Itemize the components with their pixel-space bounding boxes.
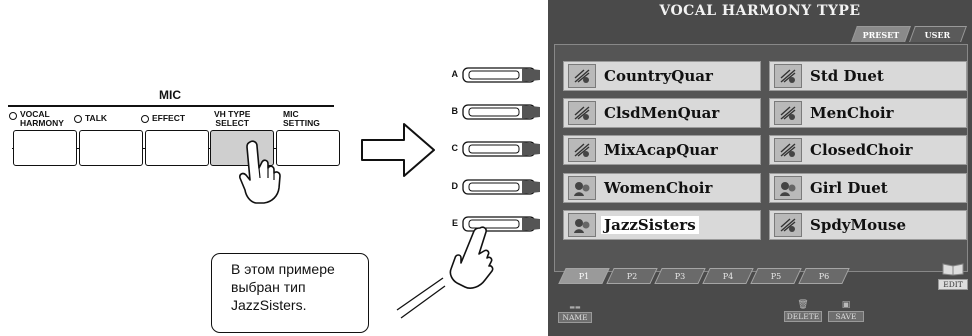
page-tab-label: P2 [626,271,638,281]
list-item-label: SpdyMouse [810,216,907,234]
list-item-label: WomenChoir [604,179,713,197]
page-tab-p5[interactable]: P5 [750,268,802,284]
page-tab-label: P4 [722,271,734,281]
talk-label-text: TALK [85,113,108,123]
harmony-voice-icon [774,138,802,162]
effect-label: EFFECT [141,114,185,123]
side-button-letter: C [451,143,459,153]
talk-label: TALK [74,114,107,123]
harmony-voice-icon [568,138,596,162]
page-tab-p3[interactable]: P3 [654,268,706,284]
list-item-label: Girl Duet [810,179,888,197]
vh-type-select-label: VH TYPE SELECT [214,110,250,128]
mic-setting-label: MIC SETTING [283,110,320,128]
page-tab-p4[interactable]: P4 [702,268,754,284]
callout-line1: В этом примере [231,261,335,277]
list-item-label: Std Duet [810,67,884,85]
talk-button[interactable] [79,130,143,166]
list-item[interactable]: Std Duet [769,61,967,91]
lcd-screen: VOCAL HARMONY TYPE PRESET USER CountryQu… [548,0,972,336]
list-item[interactable]: MenChoir [769,98,967,128]
tab-user[interactable]: USER [909,26,967,42]
vocal-harmony-label-line2: HARMONY [20,118,64,128]
name-label: NAME [558,312,592,323]
choir-voice-icon [774,176,802,200]
save-label: SAVE [828,311,864,322]
page-tab-label: P6 [818,271,830,281]
lcd-title: VOCAL HARMONY TYPE [659,3,861,19]
delete-button[interactable]: 🗑 DELETE [784,300,822,322]
choir-voice-icon [568,176,596,200]
side-button-letter: B [451,106,459,116]
side-button-c[interactable] [462,140,540,158]
effect-led [141,114,149,123]
list-item[interactable]: MixAcapQuar [563,135,761,165]
talk-led [74,114,82,123]
list-item[interactable]: SpdyMouse [769,210,967,240]
harmony-voice-icon [774,213,802,237]
name-button[interactable]: ▬▬ NAME [558,304,592,323]
list-item-label: MixAcapQuar [604,141,718,159]
page-tab-p1[interactable]: P1 [558,268,610,284]
side-button-letter: A [451,69,459,79]
pointing-hand-icon [239,140,281,204]
harmony-voice-icon [568,64,596,88]
right-arrow-icon [361,123,435,177]
mic-panel-title: MIC [159,88,181,102]
list-item-label: CountryQuar [604,67,713,85]
list-item-label: ClsdMenQuar [604,104,720,122]
side-button-letter: D [451,181,459,191]
save-button[interactable]: ▣ SAVE [828,300,864,322]
callout-line3: JazzSisters. [231,297,307,313]
tab-user-label: USER [925,29,951,40]
edit-label: EDIT [938,279,968,290]
pointing-hand-icon [396,226,494,319]
list-item[interactable]: Girl Duet [769,173,967,203]
list-item[interactable]: ClosedChoir [769,135,967,165]
list-item[interactable]: WomenChoir [563,173,761,203]
side-button-b[interactable] [462,103,540,121]
voice-list: CountryQuar ClsdMenQuar MixAcapQuar Wome… [554,44,968,272]
list-item[interactable]: ClsdMenQuar [563,98,761,128]
delete-label: DELETE [784,311,822,322]
mic-setting-label-line2: SETTING [283,118,320,128]
choir-voice-icon [568,213,596,237]
list-item[interactable]: CountryQuar [563,61,761,91]
tab-preset-label: PRESET [862,29,900,40]
edit-button[interactable]: EDIT [938,262,968,290]
harmony-voice-icon [774,101,802,125]
effect-button[interactable] [145,130,209,166]
vocal-harmony-button[interactable] [13,130,77,166]
edit-book-icon [942,263,964,276]
trash-icon: 🗑 [797,300,809,310]
vocal-harmony-led [9,112,17,120]
tab-preset[interactable]: PRESET [851,26,911,42]
harmony-voice-icon [568,101,596,125]
page-tab-label: P5 [770,271,782,281]
page-tab-p6[interactable]: P6 [798,268,850,284]
side-button-a[interactable] [462,66,540,84]
mic-panel-rule [8,105,334,107]
side-button-d[interactable] [462,178,540,196]
list-item-label: MenChoir [810,104,894,122]
callout-note: В этом примере выбран тип JazzSisters. [211,253,369,333]
list-item-label: ClosedChoir [810,141,913,159]
page-tab-p2[interactable]: P2 [606,268,658,284]
vh-type-select-label-line2: SELECT [215,118,249,128]
callout-line2: выбран тип [231,279,306,295]
list-item-label: JazzSisters [601,216,699,234]
page-tab-label: P3 [674,271,686,281]
list-item-selected[interactable]: JazzSisters [563,210,761,240]
floppy-icon: ▣ [841,300,851,310]
page-tab-label: P1 [578,271,590,281]
effect-label-text: EFFECT [152,113,186,123]
harmony-voice-icon [774,64,802,88]
name-icon: ▬▬ [569,304,581,311]
vocal-harmony-label: VOCAL HARMONY [9,110,64,128]
